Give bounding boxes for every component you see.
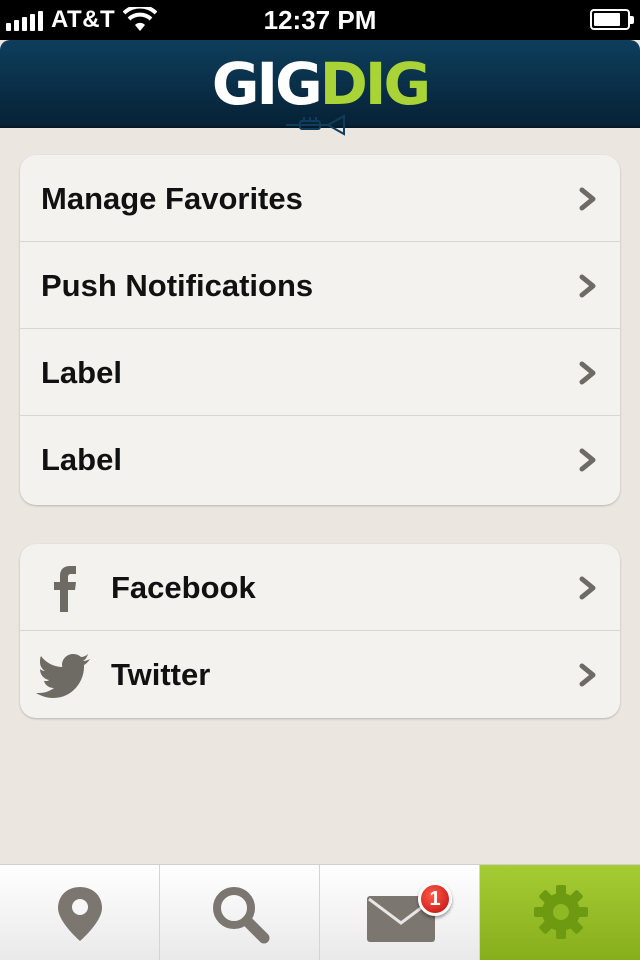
settings-row-label-2[interactable]: Label <box>20 416 620 504</box>
app-header: GIGDIG <box>0 40 640 136</box>
status-time: 12:37 PM <box>263 5 377 35</box>
chevron-right-icon <box>579 576 596 600</box>
row-label: Push Notifications <box>41 268 314 303</box>
social-row-twitter[interactable]: Twitter <box>20 631 620 718</box>
settings-row-manage-favorites[interactable]: Manage Favorites <box>20 155 620 242</box>
trumpet-icon <box>286 114 345 136</box>
twitter-icon <box>36 654 90 698</box>
logo-gig-text: GIG <box>211 50 323 118</box>
chevron-right-icon <box>579 448 596 472</box>
row-label: Label <box>41 442 122 477</box>
tab-search[interactable] <box>160 865 320 960</box>
settings-row-label-1[interactable]: Label <box>20 329 620 416</box>
settings-row-push-notifications[interactable]: Push Notifications <box>20 242 620 329</box>
social-list: Facebook Twitter <box>20 544 620 718</box>
facebook-icon <box>54 566 76 612</box>
row-label: Label <box>41 355 122 390</box>
social-row-facebook[interactable]: Facebook <box>20 544 620 631</box>
tab-settings[interactable] <box>480 865 640 960</box>
status-bar: AT&T 12:37 PM <box>0 0 640 40</box>
app-logo: GIGDIG <box>0 52 640 116</box>
search-icon <box>213 887 270 944</box>
chevron-right-icon <box>579 274 596 298</box>
row-label: Twitter <box>111 657 211 692</box>
logo-dig-text: DIG <box>319 50 431 118</box>
chevron-right-icon <box>579 361 596 385</box>
tab-bar <box>0 864 640 960</box>
row-label: Manage Favorites <box>41 181 303 216</box>
tab-map[interactable] <box>0 865 160 960</box>
unread-badge: 1 <box>418 882 452 916</box>
map-pin-icon <box>58 887 102 941</box>
battery-icon <box>590 9 634 30</box>
settings-list: Manage Favorites Push Notifications Labe… <box>20 155 620 505</box>
chevron-right-icon <box>579 663 596 687</box>
chevron-right-icon <box>579 187 596 211</box>
row-label: Facebook <box>111 570 256 605</box>
tab-messages[interactable] <box>320 865 480 960</box>
gear-icon <box>534 885 588 939</box>
